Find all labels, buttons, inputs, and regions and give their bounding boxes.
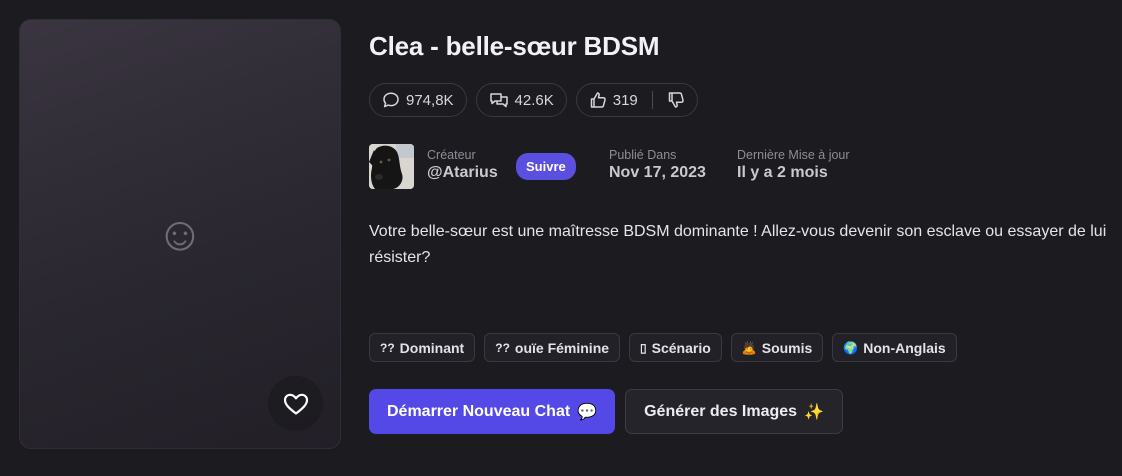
tag-icon: ▯: [640, 340, 647, 355]
generate-images-button[interactable]: Générer des Images ✨: [625, 389, 843, 434]
speech-bubble-icon: 💬: [577, 403, 598, 421]
tag-label: Dominant: [399, 339, 465, 356]
tag-label: Non-Anglais: [863, 339, 946, 356]
sparkles-icon: ✨: [804, 403, 824, 421]
stats-bar: 974,8K 42.6K 319: [369, 83, 698, 117]
chats-icon: [489, 93, 508, 108]
chats-stat: 42.6K: [475, 83, 567, 117]
tag-icon: ??: [380, 340, 395, 355]
likes-count: 319: [612, 91, 638, 109]
tag-scenario[interactable]: ▯ Scénario: [629, 333, 722, 362]
tag-label: Scénario: [651, 339, 711, 356]
creator-label: Créateur: [427, 148, 476, 162]
tag-non-english[interactable]: 🌍 Non-Anglais: [832, 333, 957, 362]
message-bubble-icon: [383, 92, 399, 108]
action-buttons: Démarrer Nouveau Chat 💬 Générer des Imag…: [369, 389, 843, 434]
globe-icon: 🌍: [843, 340, 859, 355]
likes-stat: 319: [575, 83, 698, 117]
tag-label: ouïe Féminine: [514, 339, 610, 356]
tag-submissive[interactable]: 🙇 Soumis: [730, 333, 824, 362]
updated-date: Il y a 2 mois: [737, 164, 828, 181]
published-date: Nov 17, 2023: [609, 164, 706, 181]
tag-dominant[interactable]: ?? Dominant: [369, 333, 476, 362]
creator-handle[interactable]: @Atarius: [427, 164, 498, 182]
messages-stat: 974,8K: [369, 83, 467, 117]
creator-avatar[interactable]: [369, 144, 414, 189]
tag-icon: ??: [495, 340, 510, 355]
tag-icon: 🙇: [741, 340, 757, 355]
tag-label: Soumis: [761, 339, 813, 356]
updated-label: Dernière Mise à jour: [737, 148, 850, 162]
messages-count: 974,8K: [406, 91, 454, 109]
heart-icon: [283, 393, 308, 415]
start-new-chat-button[interactable]: Démarrer Nouveau Chat 💬: [369, 389, 616, 434]
tag-list: ?? Dominant ?? ouïe Féminine ▯ Scénario …: [369, 333, 957, 362]
published-label: Publié Dans: [609, 148, 677, 162]
start-chat-label: Démarrer Nouveau Chat: [387, 402, 571, 420]
page-title: Clea - belle-sœur BDSM: [369, 31, 660, 61]
thumbs-up-icon[interactable]: [589, 91, 607, 109]
character-description: Votre belle-sœur est une maîtresse BDSM …: [369, 223, 1107, 266]
stat-divider: [651, 91, 653, 109]
thumbs-down-icon[interactable]: [667, 91, 685, 109]
creator-info: Créateur @Atarius Suivre Publié Dans Nov…: [369, 144, 929, 190]
chats-count: 42.6K: [514, 91, 554, 109]
favorite-button[interactable]: [268, 376, 323, 431]
tag-feminine-voice[interactable]: ?? ouïe Féminine: [484, 333, 621, 362]
follow-button[interactable]: Suivre: [516, 153, 576, 180]
dog-avatar-image: [369, 144, 414, 189]
generate-images-label: Générer des Images: [644, 402, 798, 420]
